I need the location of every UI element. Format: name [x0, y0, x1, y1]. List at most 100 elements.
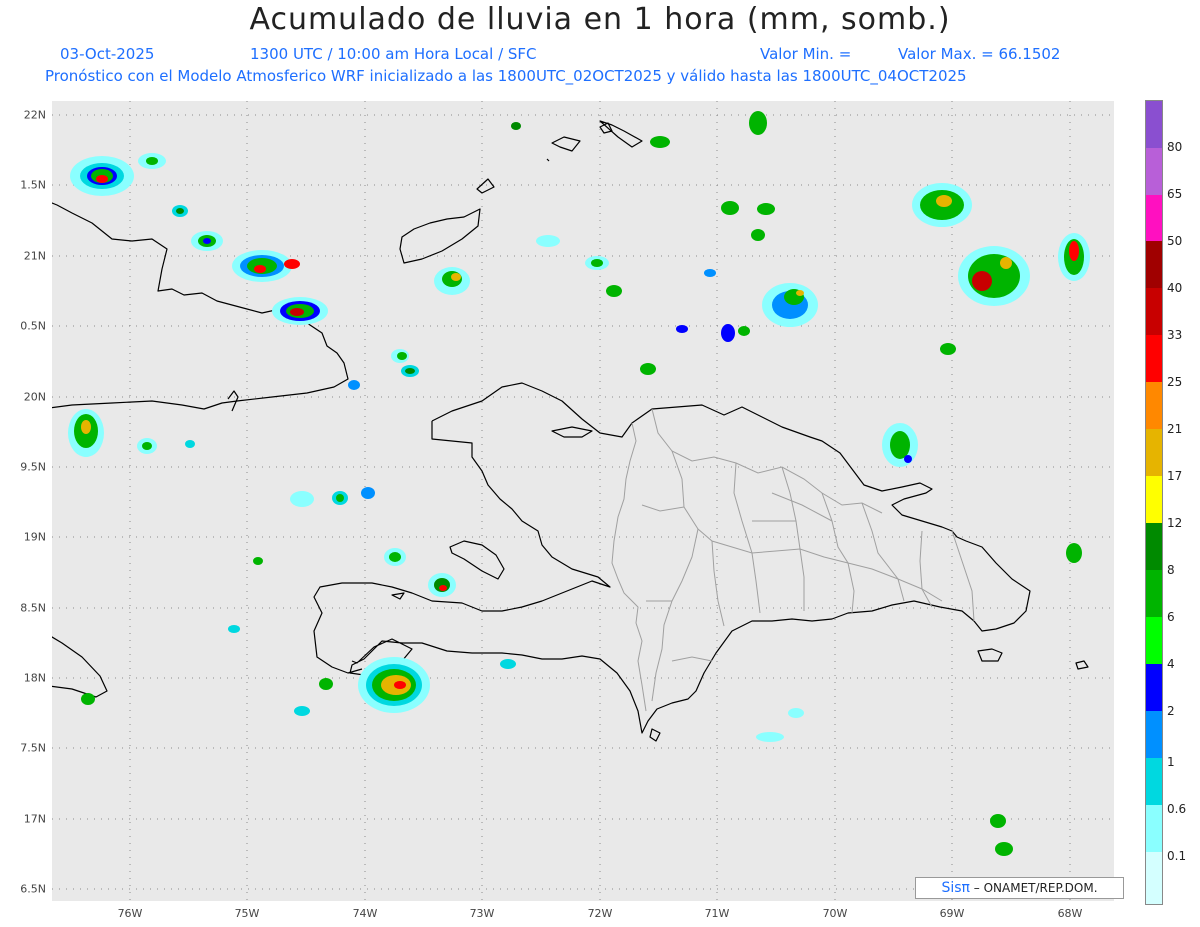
legend-bin: [1146, 476, 1162, 523]
rain-cell: [70, 156, 134, 196]
rain-cell: [358, 657, 430, 713]
tortuga-island: [551, 426, 593, 438]
legend-label: 50: [1167, 234, 1183, 248]
rain-cell: [788, 708, 804, 718]
rain-cell: [704, 269, 716, 277]
rain-cell: [738, 326, 750, 336]
legend-bin: [1146, 195, 1162, 241]
small-cay: [546, 158, 550, 162]
legend-bin: [1146, 523, 1162, 570]
rain-cell: [940, 343, 956, 355]
min-value: Valor Min. =: [760, 45, 852, 63]
caicos: [599, 120, 643, 148]
rain-cell: [640, 363, 656, 375]
map-title: Acumulado de lluvia en 1 hora (mm, somb.…: [249, 2, 951, 37]
legend-bin: [1146, 148, 1162, 195]
rain-cell: [319, 678, 333, 690]
sispi-logo: Sisπ: [941, 880, 970, 896]
rain-cell: [882, 423, 918, 467]
rain-cell: [272, 297, 328, 325]
lat-label: 9.5N: [20, 460, 46, 474]
legend-bin: [1146, 429, 1162, 476]
rainfall-map: [41, 101, 1114, 901]
lon-label: 74W: [352, 907, 378, 920]
rain-cell: [294, 706, 310, 716]
legend-bin: [1146, 101, 1162, 148]
lat-label: 8.5N: [20, 601, 46, 615]
legend-label: 40: [1167, 281, 1183, 295]
lat-label: 19N: [23, 530, 46, 544]
legend-bin: [1146, 711, 1162, 758]
gonave-island: [449, 540, 505, 580]
rain-cell: [191, 231, 223, 251]
legend-label: 25: [1167, 375, 1183, 389]
rain-cell: [990, 814, 1006, 828]
cayemites: [391, 592, 405, 600]
rainfall-cells: [68, 111, 1090, 856]
lon-label: 71W: [704, 907, 730, 920]
legend-label: 2: [1167, 704, 1175, 718]
rain-cell: [391, 349, 409, 363]
rain-cell: [172, 205, 188, 217]
lat-label: 7.5N: [20, 741, 46, 755]
legend-label: 21: [1167, 422, 1183, 436]
rain-cell: [401, 365, 419, 377]
credit-org: – ONAMET/REP.DOM.: [973, 881, 1098, 895]
legend-bin: [1146, 570, 1162, 617]
rain-cell: [762, 283, 818, 327]
lon-label: 75W: [234, 907, 260, 920]
legend-bin: [1146, 617, 1162, 664]
saona-island: [977, 648, 1003, 662]
rain-cell: [1066, 543, 1082, 563]
rain-cell: [721, 324, 735, 342]
rain-cell: [912, 183, 972, 227]
lat-label: 18N: [23, 671, 46, 685]
credit-box: Sisπ – ONAMET/REP.DOM.: [915, 877, 1124, 899]
legend-label: 1: [1167, 755, 1175, 769]
legend-label: 12: [1167, 516, 1183, 530]
map-canvas: [41, 101, 1114, 901]
legend-label: 6: [1167, 610, 1175, 624]
lon-label: 68W: [1057, 907, 1083, 920]
rain-cell: [361, 487, 375, 499]
lon-label: 76W: [117, 907, 143, 920]
rain-cell: [650, 136, 670, 148]
legend-label: 4: [1167, 657, 1175, 671]
legend-label: 65: [1167, 187, 1183, 201]
rain-cell: [428, 573, 456, 597]
beata-island: [649, 728, 661, 742]
mona-island: [1075, 660, 1089, 670]
mayaguana: [551, 136, 581, 152]
rain-cell: [511, 122, 521, 130]
rain-cell: [676, 325, 688, 333]
rain-cell: [332, 491, 348, 505]
rain-cell: [384, 548, 406, 566]
rain-cell: [749, 111, 767, 135]
lat-label: 21N: [23, 249, 46, 263]
rain-cell: [68, 409, 104, 457]
color-legend: [1145, 100, 1163, 905]
max-value: Valor Max. = 66.1502: [898, 45, 1061, 63]
lat-label: 0.5N: [20, 319, 46, 333]
rain-cell: [228, 625, 240, 633]
rain-cell: [536, 235, 560, 247]
rain-cell: [185, 440, 195, 448]
rain-cell: [137, 438, 157, 454]
rain-cell: [434, 267, 470, 295]
rain-cell: [756, 732, 784, 742]
legend-bin: [1146, 852, 1162, 904]
rain-cell: [290, 491, 314, 507]
lat-label: 1.5N: [20, 178, 46, 192]
lat-label: 22N: [23, 108, 46, 122]
lon-label: 70W: [822, 907, 848, 920]
rain-cell: [751, 229, 765, 241]
legend-bin: [1146, 241, 1162, 288]
legend-bin: [1146, 288, 1162, 335]
legend-bin: [1146, 382, 1162, 429]
rain-cell: [81, 693, 95, 705]
legend-label: 80: [1167, 140, 1183, 154]
lon-label: 69W: [939, 907, 965, 920]
lat-label: 17N: [23, 812, 46, 826]
legend-label: 0.1: [1167, 849, 1187, 863]
legend-bin: [1146, 664, 1162, 711]
